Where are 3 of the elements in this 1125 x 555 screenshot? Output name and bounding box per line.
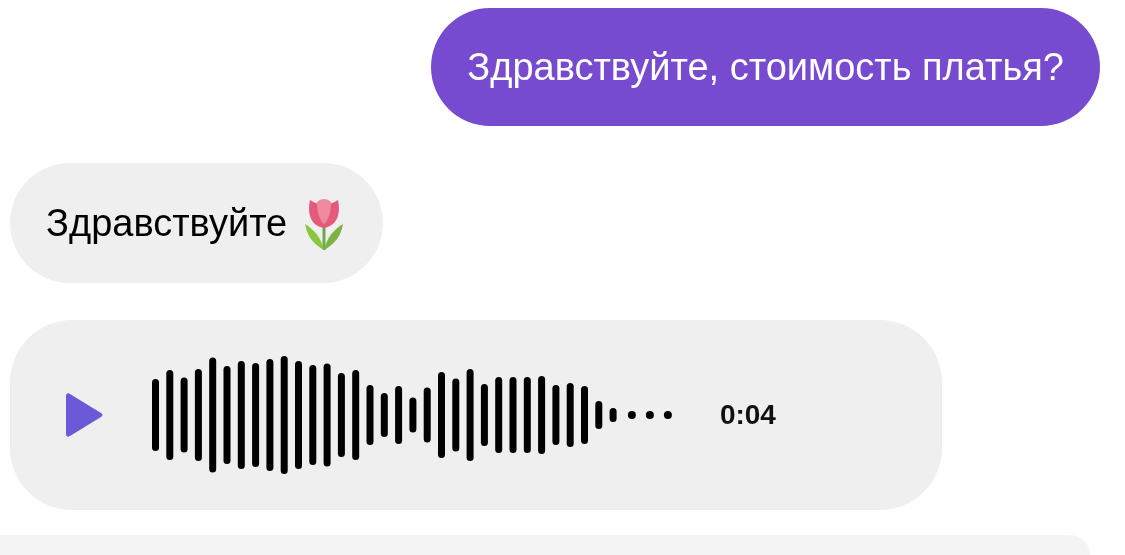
- message-text: Здравствуйте: [46, 201, 288, 245]
- message-bubble: Здравствуйте, стоимость платья?: [431, 8, 1100, 126]
- duration-text: 0:04: [719, 399, 776, 431]
